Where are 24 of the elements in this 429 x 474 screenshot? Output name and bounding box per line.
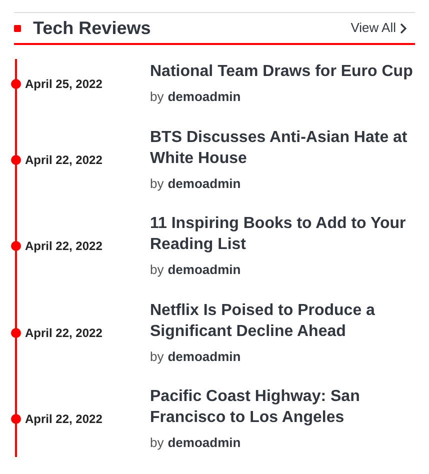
author-link[interactable]: demoadmin [168,87,241,106]
post-title-link[interactable]: Netflix Is Poised to Produce a Significant Decline Ahead [150,300,415,342]
square-bullet-icon [14,24,21,32]
post-title-link[interactable]: 11 Inspiring Books to Add to Your Reading List [150,213,415,255]
byline-label: by [150,348,164,366]
post-date: April 22, 2022 [25,324,104,342]
author-link[interactable]: demoadmin [168,260,241,280]
post-date: April 25, 2022 [25,76,104,93]
author-link[interactable]: demoadmin [168,174,241,193]
byline-label: by [150,261,164,279]
byline-label: by [150,434,164,452]
post-title-link[interactable]: National Team Draws for Euro Cup [150,61,415,82]
post-date: April 22, 2022 [25,411,104,428]
post-date: April 22, 2022 [25,238,104,256]
section-title: Tech Reviews [33,16,151,40]
chevron-right-icon [400,22,407,34]
view-all-link[interactable]: View All [350,18,415,38]
byline-label: by [150,174,164,193]
author-link[interactable]: demoadmin [168,346,241,366]
post-title-link[interactable]: Pacific Coast Highway: San Francisco to Los Angeles [150,386,415,428]
post-title-link[interactable]: BTS Discusses Anti-Asian Hate at White House [150,126,415,168]
post-date: April 22, 2022 [25,152,104,169]
byline-label: by [150,88,164,106]
author-link[interactable]: demoadmin [168,433,241,452]
